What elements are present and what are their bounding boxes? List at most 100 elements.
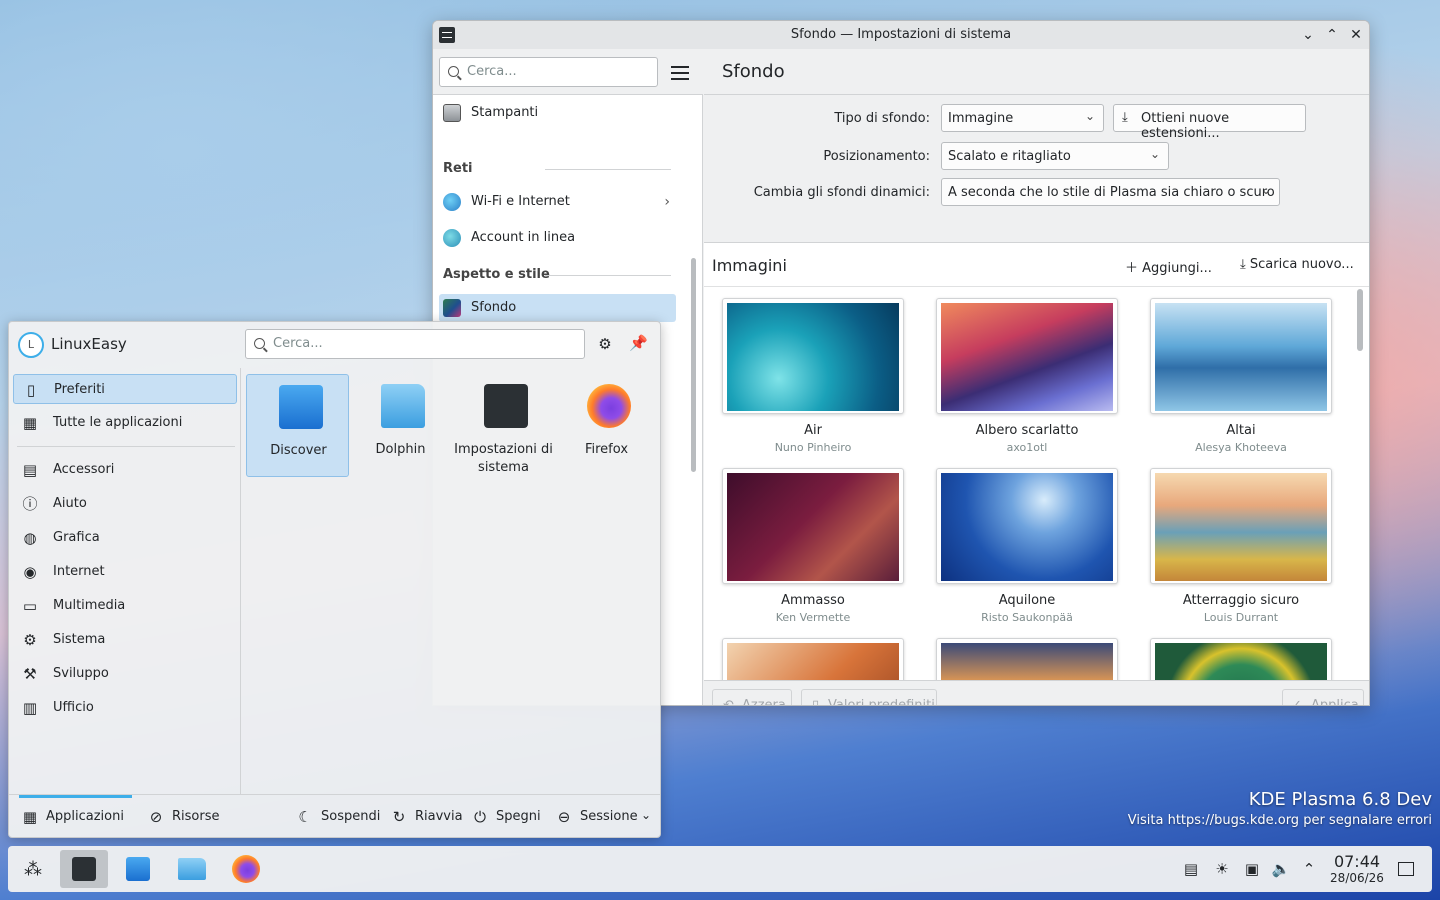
pos-combo[interactable]: Scalato e ritagliato ⌄ <box>941 142 1169 170</box>
avatar[interactable]: L <box>18 332 44 358</box>
discover-icon <box>279 385 323 429</box>
window-titlebar[interactable]: Sfondo — Impostazioni di sistema ⌄ ⌃ ✕ <box>433 21 1369 49</box>
sidebar-search-placeholder: Cerca... <box>467 64 517 79</box>
category-label: Multimedia <box>53 598 126 613</box>
page-header: Sfondo <box>704 49 1369 95</box>
task-discover[interactable] <box>114 850 162 888</box>
app-discover[interactable]: Discover <box>246 374 349 477</box>
expand-tray-icon[interactable]: ⌃ <box>1299 859 1319 879</box>
category-internet[interactable]: ◉ Internet <box>13 557 237 587</box>
din-value: A seconda che lo stile di Plasma sia chi… <box>948 185 1275 200</box>
configure-icon[interactable]: ⚙ <box>596 335 614 353</box>
reset-button[interactable]: ↶ Azzera <box>712 689 792 705</box>
wallpaper-author: axo1otl <box>1006 441 1048 454</box>
category-multimedia[interactable]: ▭ Multimedia <box>13 591 237 621</box>
get-extensions-button[interactable]: ⤓ Ottieni nuove estensioni... <box>1113 104 1306 141</box>
show-desktop-icon[interactable] <box>1398 862 1414 876</box>
wallpaper-icon <box>443 299 461 317</box>
sidebar-search[interactable]: Cerca... <box>439 57 658 87</box>
app-firefox[interactable]: Firefox <box>555 374 658 477</box>
tab-label: Applicazioni <box>46 809 124 824</box>
volume-icon[interactable]: 🔈 <box>1271 859 1291 879</box>
category-separator <box>17 446 235 447</box>
wallpaper-card[interactable] <box>1150 638 1332 680</box>
office-icon: ▥ <box>22 699 38 717</box>
sidebar-section-reti: Reti <box>443 161 668 176</box>
hammer-icon: ⚒ <box>23 665 37 683</box>
category-label: Grafica <box>53 530 100 545</box>
maximize-button[interactable]: ⌃ <box>1323 26 1341 44</box>
sidebar-item-wifi[interactable]: Wi-Fi e Internet › <box>439 188 676 216</box>
add-label: Aggiungi... <box>1142 261 1212 276</box>
globe-icon: ◉ <box>23 563 37 581</box>
clipboard-icon[interactable]: ▤ <box>1181 859 1201 879</box>
network-icon[interactable]: ▣ <box>1242 859 1262 879</box>
defaults-button[interactable]: ▯ Valori predefiniti <box>801 689 937 705</box>
wallpaper-thumbnail <box>1155 303 1327 411</box>
din-combo[interactable]: A seconda che lo stile di Plasma sia chi… <box>941 178 1280 206</box>
clock[interactable]: 07:44 28/06/26 <box>1327 852 1387 885</box>
wallpaper-card[interactable] <box>722 298 904 414</box>
wallpaper-card[interactable] <box>1150 298 1332 414</box>
task-dolphin[interactable] <box>168 850 216 888</box>
category-preferiti[interactable]: ▯ Preferiti <box>13 374 237 404</box>
sidebar-item-account[interactable]: Account in linea <box>439 224 676 252</box>
hamburger-menu-icon[interactable] <box>671 66 689 80</box>
close-button[interactable]: ✕ <box>1347 26 1365 44</box>
category-accessori[interactable]: ▤ Accessori <box>13 455 237 485</box>
wallpaper-name: Aquilone <box>998 593 1056 608</box>
brightness-icon[interactable]: ☀ <box>1212 859 1232 879</box>
launcher-search[interactable]: Cerca... <box>245 329 585 359</box>
wallpaper-card[interactable] <box>936 298 1118 414</box>
wallpaper-card[interactable] <box>936 468 1118 584</box>
images-scrollbar[interactable] <box>1357 289 1363 351</box>
app-name: Impostazioni di sistema <box>454 442 553 475</box>
bug-report-watermark: Visita https://bugs.kde.org per segnalar… <box>1127 813 1432 828</box>
pos-label: Posizionamento: <box>823 149 930 164</box>
sidebar-scrollbar[interactable] <box>691 258 696 472</box>
printer-icon <box>443 104 461 122</box>
pos-value: Scalato e ritagliato <box>948 149 1071 164</box>
pin-icon[interactable]: 📌 <box>629 334 648 352</box>
download-new-button[interactable]: ⤓ Scarica nuovo... <box>1240 257 1354 272</box>
category-grafica[interactable]: ◍ Grafica <box>13 523 237 553</box>
tipo-label: Tipo di sfondo: <box>834 111 930 126</box>
restart-icon: ↻ <box>392 808 406 826</box>
firefox-icon <box>587 384 631 428</box>
category-tutte[interactable]: ▦ Tutte le applicazioni <box>13 408 237 438</box>
tipo-combo[interactable]: Immagine ⌄ <box>941 104 1104 132</box>
wallpaper-author: Ken Vermette <box>775 611 851 624</box>
clock-date: 28/06/26 <box>1330 871 1384 885</box>
session-icon: ⊖ <box>557 808 571 826</box>
sidebar-item-stampanti[interactable]: Stampanti <box>439 99 676 127</box>
button-label: Spegni <box>496 809 541 824</box>
wallpaper-card[interactable] <box>722 468 904 584</box>
launcher-footer: ▦ Applicazioni ⊘ Risorse ☾ Sospendi ↻ Riavvi… <box>9 794 660 837</box>
task-system-settings[interactable] <box>60 850 108 888</box>
wallpaper-card[interactable] <box>936 638 1118 680</box>
app-dolphin[interactable]: Dolphin <box>349 374 452 477</box>
add-wallpaper-button[interactable]: ＋ Aggiungi... <box>1125 257 1212 276</box>
folder-icon <box>381 384 425 428</box>
task-firefox[interactable] <box>222 850 270 888</box>
page-title: Sfondo <box>722 61 785 82</box>
category-aiuto[interactable]: ⓘ Aiuto <box>13 489 237 519</box>
launcher-categories: ▯ Preferiti ▦ Tutte le applicazioni ▤ Acces… <box>9 368 241 794</box>
category-ufficio[interactable]: ▥ Ufficio <box>13 693 237 723</box>
minimize-button[interactable]: ⌄ <box>1299 26 1317 44</box>
apply-button[interactable]: ✓ Applica <box>1282 689 1364 705</box>
launcher-button[interactable]: ⁂ <box>10 850 58 888</box>
folder-icon <box>178 858 206 880</box>
sidebar-item-sfondo[interactable]: Sfondo <box>439 294 676 322</box>
app-system-settings[interactable]: Impostazioni di sistema <box>452 374 555 477</box>
wallpaper-name: Atterraggio sicuro <box>1182 593 1300 608</box>
wallpaper-card[interactable] <box>722 638 904 680</box>
wallpaper-card[interactable] <box>1150 468 1332 584</box>
category-label: Tutte le applicazioni <box>53 415 183 430</box>
graphics-icon: ◍ <box>23 529 37 547</box>
monitor-icon: ▭ <box>22 597 38 615</box>
search-icon <box>254 338 265 349</box>
category-sviluppo[interactable]: ⚒ Sviluppo <box>13 659 237 689</box>
app-name: Discover <box>270 443 327 458</box>
category-sistema[interactable]: ⚙ Sistema <box>13 625 237 655</box>
